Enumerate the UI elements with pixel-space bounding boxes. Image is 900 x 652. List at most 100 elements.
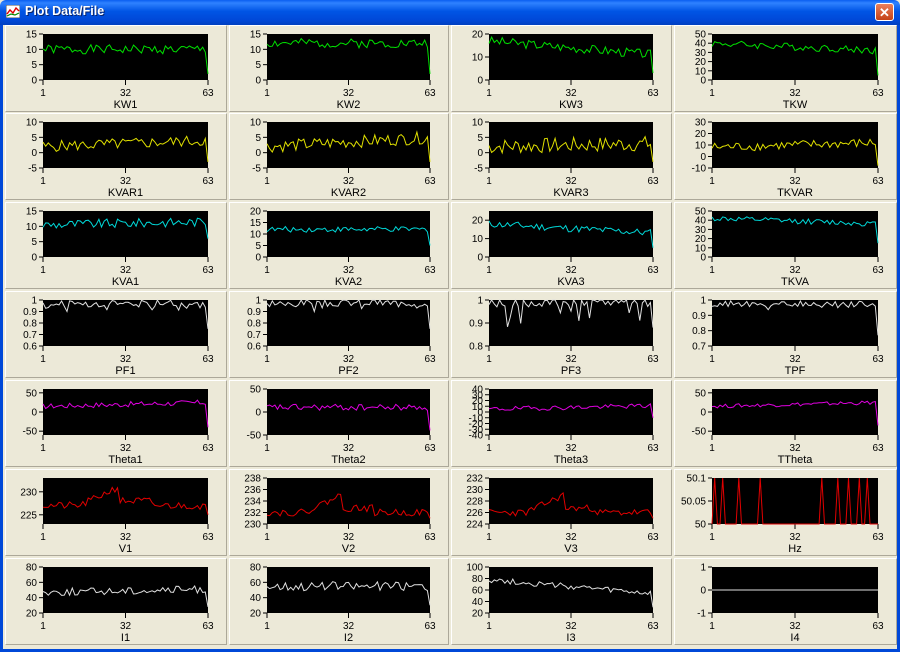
y-tick-label: 15 — [26, 30, 38, 41]
plot-area — [489, 34, 653, 80]
y-tick-label: 0 — [477, 76, 483, 87]
x-tick-label: 32 — [120, 176, 132, 187]
y-tick-label: 236 — [244, 485, 261, 496]
line-chart: -100102030 1 32 63 TKVAR — [692, 118, 884, 200]
plot-panel-v1: 225 230 1 32 63 V1 — [5, 469, 227, 556]
x-tick-label: 1 — [486, 354, 492, 365]
plot-label: Theta1 — [108, 454, 142, 466]
line-chart: -50 0 50 1 32 63 Theta2 — [247, 385, 436, 467]
plot-panel-kva3: 0 10 20 1 32 63 KVA3 — [451, 202, 672, 289]
plot-area — [712, 300, 878, 346]
y-tick-label: 0.6 — [23, 342, 37, 353]
plot-label: TPF — [785, 365, 806, 377]
y-tick-label: 5 — [255, 133, 261, 144]
y-tick-label: 1 — [700, 563, 706, 574]
y-tick-label: 0 — [477, 253, 483, 264]
plot-label: V2 — [342, 543, 355, 555]
x-tick-label: 32 — [565, 354, 577, 365]
x-tick-label: 32 — [789, 265, 801, 276]
x-tick-label: 63 — [647, 532, 659, 543]
x-tick-label: 32 — [343, 443, 355, 454]
plot-panel-pf2: 0.6 0.7 0.8 0.9 1 1 32 63 PF2 — [229, 291, 449, 378]
plot-panel-hz: 50 50.05 50.1 1 32 63 Hz — [674, 469, 897, 556]
y-tick-label: 10 — [250, 45, 262, 56]
y-tick-label: 0.6 — [247, 342, 261, 353]
y-tick-label: 0 — [477, 148, 483, 159]
x-tick-label: 1 — [264, 176, 270, 187]
line-chart: 05101520 1 32 63 KVA2 — [250, 207, 436, 289]
y-tick-label: 0 — [255, 76, 261, 87]
line-chart: 20406080100 1 32 63 I3 — [466, 563, 659, 645]
x-tick-label: 32 — [789, 621, 801, 632]
x-tick-label: 1 — [40, 621, 46, 632]
y-tick-label: 40 — [472, 597, 484, 608]
x-tick-label: 63 — [872, 354, 884, 365]
plot-panel-tkvar: -10 0 10 20 30 1 32 63 TKVAR — [674, 113, 897, 200]
x-tick-label: 63 — [647, 443, 659, 454]
x-tick-label: 63 — [424, 354, 436, 365]
x-tick-label: 1 — [264, 354, 270, 365]
x-tick-label: 32 — [565, 265, 577, 276]
x-tick-label: 1 — [264, 621, 270, 632]
y-tick-label: 0.8 — [247, 319, 261, 330]
plot-panel-kw2: 0 5 10 15 1 32 63 KW2 — [229, 25, 449, 112]
y-tick-label: 1 — [477, 296, 483, 307]
x-tick-label: 32 — [343, 532, 355, 543]
close-button[interactable]: ✕ — [875, 3, 894, 21]
line-chart: 0.7 0.8 0.9 1 1 32 63 TPF — [692, 296, 884, 378]
y-tick-label: 10 — [695, 141, 707, 152]
line-chart: 0.60.70.80.911 32 63PF2 — [247, 296, 436, 378]
x-tick-label: 1 — [40, 88, 46, 99]
chart-app-icon — [6, 5, 20, 18]
x-tick-label: 63 — [647, 176, 659, 187]
x-tick-label: 63 — [424, 532, 436, 543]
y-tick-label: 10 — [472, 234, 484, 245]
x-tick-label: 63 — [647, 88, 659, 99]
y-tick-label: 20 — [695, 129, 707, 140]
plot-label: TKW — [783, 99, 808, 111]
plot-panel-kw3: 0 10 20 1 32 63 KW3 — [451, 25, 672, 112]
plot-panel-kvar3: -5 0 5 10 1 32 63 KVAR3 — [451, 113, 672, 200]
plot-area — [267, 567, 430, 613]
y-tick-label: 40 — [472, 385, 484, 396]
y-tick-label: 0.7 — [23, 330, 37, 341]
x-tick-label: 63 — [872, 621, 884, 632]
x-tick-label: 1 — [40, 532, 46, 543]
y-tick-label: 10 — [26, 118, 38, 129]
y-tick-label: 0 — [700, 586, 706, 597]
y-tick-label: 50 — [695, 30, 707, 41]
title-bar[interactable]: Plot Data/File ✕ — [0, 0, 900, 25]
x-tick-label: 32 — [120, 265, 132, 276]
plot-panel-tpf: 0.7 0.8 0.9 1 1 32 63 TPF — [674, 291, 897, 378]
x-tick-label: 1 — [709, 621, 715, 632]
y-tick-label: 40 — [26, 593, 38, 604]
y-tick-label: 80 — [250, 563, 262, 574]
x-tick-label: 63 — [424, 88, 436, 99]
x-tick-label: 63 — [872, 443, 884, 454]
plot-panel-kva1: 0 5 10 15 1 32 63 KVA1 — [5, 202, 227, 289]
y-tick-label: 20 — [250, 207, 262, 218]
y-tick-label: 5 — [31, 237, 37, 248]
plot-label: I4 — [790, 632, 799, 644]
x-tick-label: 32 — [565, 176, 577, 187]
x-tick-label: 1 — [709, 176, 715, 187]
plot-label: KVA3 — [557, 276, 584, 288]
x-tick-label: 63 — [872, 532, 884, 543]
plot-label: Hz — [788, 543, 801, 555]
line-chart: -50 0 50 1 32 63 Theta1 — [23, 388, 214, 466]
y-tick-label: -1 — [697, 609, 706, 620]
plot-label: PF1 — [115, 365, 135, 377]
x-tick-label: 63 — [424, 621, 436, 632]
plot-label: PF2 — [338, 365, 358, 377]
plot-label: TKVA — [781, 276, 810, 288]
plot-panel-theta3: -40 -30 -20 -10 0 10 20 30 40 1 32 63 Theta3 — [451, 380, 672, 467]
y-tick-label: -50 — [247, 431, 262, 442]
x-tick-label: 63 — [424, 443, 436, 454]
x-tick-label: 1 — [40, 265, 46, 276]
plot-panel-theta1: -50 0 50 1 32 63 Theta1 — [5, 380, 227, 467]
plot-panel-kvar1: -5 0 5 10 1 32 63 KVAR1 — [5, 113, 227, 200]
x-tick-label: 1 — [709, 265, 715, 276]
y-tick-label: -10 — [692, 164, 707, 175]
y-tick-label: 20 — [250, 609, 262, 620]
y-tick-label: 5 — [477, 133, 483, 144]
